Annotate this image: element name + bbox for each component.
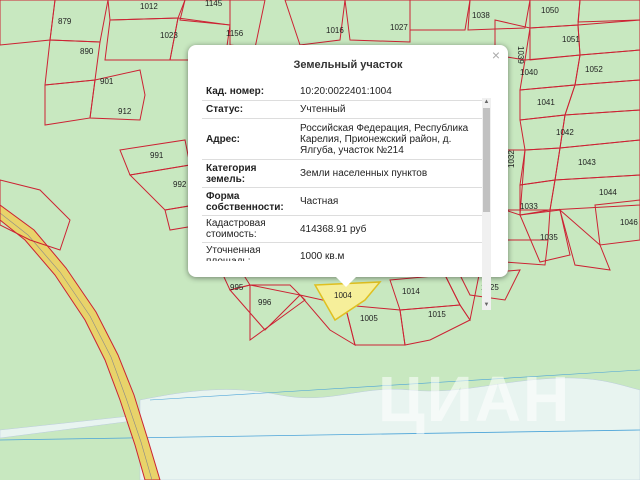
parcel-label-1035: 1035 xyxy=(540,233,558,242)
parcel-label-995: 995 xyxy=(230,283,244,292)
parcel-label-879: 879 xyxy=(58,17,72,26)
popup-title: Земельный участок xyxy=(293,59,403,71)
row-cadastral-number: Кад. номер: 10:20:0022401:1004 xyxy=(202,83,484,101)
row-value: 1000 кв.м xyxy=(300,250,345,262)
parcel-label-1004: 1004 xyxy=(334,291,352,300)
row-key: Адрес: xyxy=(206,133,240,145)
popup-body[interactable]: Кад. номер: 10:20:0022401:1004 Статус: У… xyxy=(202,83,484,261)
parcel-label-1046: 1046 xyxy=(620,218,638,227)
row-address: Адрес: Российская Федерация, Республика … xyxy=(202,119,484,160)
parcel-label-1052: 1052 xyxy=(585,65,603,74)
parcel-label-996: 996 xyxy=(258,298,272,307)
parcel-label-1023: 1023 xyxy=(160,31,178,40)
parcel-label-991: 991 xyxy=(150,151,164,160)
parcel-label-1014: 1014 xyxy=(402,287,420,296)
row-area: Уточненная площадь: 1000 кв.м xyxy=(202,243,484,261)
parcel-label-1038: 1038 xyxy=(472,11,490,20)
scroll-up-arrow-icon[interactable]: ▲ xyxy=(482,98,491,107)
parcel-label-1040: 1040 xyxy=(520,68,538,77)
parcel-label-1032: 1032 xyxy=(507,150,516,168)
row-key: Форма собственности: xyxy=(206,190,284,213)
parcel-label-1015: 1015 xyxy=(428,310,446,319)
row-status: Статус: Учтенный xyxy=(202,101,484,119)
parcel-label-1043: 1043 xyxy=(578,158,596,167)
row-value: Российская Федерация, Республика Карелия… xyxy=(300,122,469,156)
parcel-label-992: 992 xyxy=(173,180,187,189)
row-key: Кадастровая стоимость: xyxy=(206,218,266,240)
parcel-label-1012: 1012 xyxy=(140,2,158,11)
cian-watermark: ЦИАН xyxy=(378,363,572,435)
parcel-info-popup: × Земельный участок Кад. номер: 10:20:00… xyxy=(188,45,508,310)
scroll-down-arrow-icon[interactable]: ▼ xyxy=(482,301,491,310)
parcel-label-1050: 1050 xyxy=(541,6,559,15)
row-value: 10:20:0022401:1004 xyxy=(300,86,392,97)
parcel-label-1044: 1044 xyxy=(599,188,617,197)
parcel-label-912: 912 xyxy=(118,107,132,116)
parcel-label-901: 901 xyxy=(100,77,114,86)
row-key: Уточненная площадь: xyxy=(206,245,261,261)
parcel-label-1156: 1156 xyxy=(226,29,244,38)
row-land-category: Категория земель: Земли населенных пункт… xyxy=(202,160,484,188)
parcel-label-1027: 1027 xyxy=(390,23,408,32)
parcel-label-1039: 1039 xyxy=(516,46,525,64)
parcel-label-1033: 1033 xyxy=(520,202,538,211)
parcel-label-1145: 1145 xyxy=(205,0,223,8)
parcel-label-1016: 1016 xyxy=(326,26,344,35)
row-key: Категория земель: xyxy=(206,162,257,185)
row-value: Земли населенных пунктов xyxy=(300,168,428,179)
parcel-label-1005: 1005 xyxy=(360,314,378,323)
scroll-thumb[interactable] xyxy=(483,108,490,212)
row-ownership-form: Форма собственности: Частная xyxy=(202,188,484,216)
row-value: 414368.91 руб xyxy=(300,223,367,235)
parcel-label-1041: 1041 xyxy=(537,98,555,107)
row-value: Учтенный xyxy=(300,104,346,115)
row-key: Статус: xyxy=(206,104,244,115)
parcel-label-1042: 1042 xyxy=(556,128,574,137)
popup-scrollbar[interactable]: ▲ ▼ xyxy=(482,98,491,310)
row-value: Частная xyxy=(300,196,339,207)
parcel-label-1051: 1051 xyxy=(562,35,580,44)
row-cadastral-value: Кадастровая стоимость: 414368.91 руб xyxy=(202,216,484,243)
row-key: Кад. номер: xyxy=(206,86,265,97)
parcel-label-890: 890 xyxy=(80,47,94,56)
